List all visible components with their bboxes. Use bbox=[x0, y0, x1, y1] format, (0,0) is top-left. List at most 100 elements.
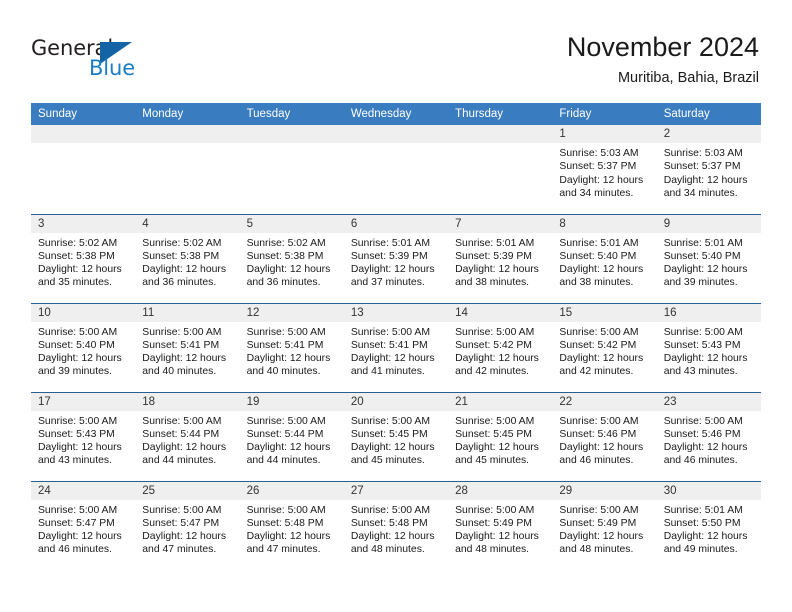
calendar-day-cell[interactable]: 23 Sunrise: 5:00 AM Sunset: 5:46 PM Dayligh… bbox=[656, 391, 761, 481]
calendar-day-cell[interactable]: 13 Sunrise: 5:00 AM Sunset: 5:41 PM Dayligh… bbox=[343, 302, 449, 392]
calendar-day-cell[interactable]: 14 Sunrise: 5:00 AM Sunset: 5:42 PM Dayligh… bbox=[448, 302, 553, 392]
sunset-text: Sunset: 5:40 PM bbox=[663, 250, 741, 262]
calendar-day-cell[interactable]: 19 Sunrise: 5:00 AM Sunset: 5:44 PM Dayligh… bbox=[239, 391, 344, 481]
sunset-text: Sunset: 5:42 PM bbox=[559, 339, 637, 351]
sunrise-text: Sunrise: 5:02 AM bbox=[142, 237, 222, 249]
sunset-text: Sunset: 5:37 PM bbox=[559, 161, 637, 173]
calendar-day-cell[interactable]: 7 Sunrise: 5:01 AM Sunset: 5:39 PM Daylight… bbox=[448, 213, 553, 303]
calendar-day-cell[interactable]: 26 Sunrise: 5:00 AM Sunset: 5:48 PM Dayligh… bbox=[239, 480, 344, 570]
calendar-day-cell[interactable]: 3 Sunrise: 5:02 AM Sunset: 5:38 PM Daylight… bbox=[31, 213, 136, 303]
sunset-text: Sunset: 5:38 PM bbox=[142, 250, 220, 262]
calendar-day-cell[interactable]: 11 Sunrise: 5:00 AM Sunset: 5:41 PM Dayligh… bbox=[135, 302, 240, 392]
sunrise-text: Sunrise: 5:01 AM bbox=[350, 237, 430, 249]
daylight-text-line1: Daylight: 12 hours bbox=[559, 264, 644, 276]
daylight-text-line1: Daylight: 12 hours bbox=[246, 531, 331, 543]
daylight-text-line1: Daylight: 12 hours bbox=[350, 442, 435, 454]
calendar-day-cell[interactable]: 18 Sunrise: 5:00 AM Sunset: 5:44 PM Dayligh… bbox=[135, 391, 240, 481]
day-info: Sunrise: 5:01 AM Sunset: 5:39 PM Daylight:… bbox=[344, 233, 448, 290]
daylight-text-line1: Daylight: 12 hours bbox=[142, 264, 227, 276]
daylight-text-line1: Daylight: 12 hours bbox=[663, 264, 748, 276]
calendar-day-cell[interactable]: 6 Sunrise: 5:01 AM Sunset: 5:39 PM Daylight… bbox=[343, 213, 449, 303]
calendar-day-cell[interactable]: 4 Sunrise: 5:02 AM Sunset: 5:38 PM Daylight… bbox=[135, 213, 240, 303]
daylight-text-line1: Daylight: 12 hours bbox=[455, 353, 539, 365]
sunset-text: Sunset: 5:41 PM bbox=[142, 339, 220, 351]
calendar-day-cell[interactable]: 20 Sunrise: 5:00 AM Sunset: 5:45 PM Dayligh… bbox=[343, 391, 449, 481]
calendar-day-cell[interactable]: 2 Sunrise: 5:03 AM Sunset: 5:37 PM Daylight… bbox=[656, 125, 761, 214]
sunset-text: Sunset: 5:49 PM bbox=[455, 517, 532, 529]
calendar-day-cell[interactable]: 16 Sunrise: 5:00 AM Sunset: 5:43 PM Dayligh… bbox=[656, 302, 761, 392]
title-block: November 2024 Muritiba, Bahia, Brazil bbox=[567, 31, 759, 88]
day-number: 6 bbox=[343, 214, 449, 233]
calendar-day-cell[interactable]: 30 Sunrise: 5:01 AM Sunset: 5:50 PM Dayligh… bbox=[656, 480, 761, 570]
sunset-text: Sunset: 5:46 PM bbox=[559, 428, 637, 440]
calendar-week-row: 1 Sunrise: 5:03 AM Sunset: 5:37 PM Daylight… bbox=[31, 125, 761, 214]
day-number: 2 bbox=[656, 125, 761, 143]
weekday-header-wednesday: Wednesday bbox=[343, 103, 449, 125]
daylight-text-line1: Daylight: 12 hours bbox=[246, 442, 331, 454]
calendar-week-row: 24 Sunrise: 5:00 AM Sunset: 5:47 PM Dayligh… bbox=[31, 480, 761, 570]
calendar-day-cell[interactable]: 17 Sunrise: 5:00 AM Sunset: 5:43 PM Dayligh… bbox=[31, 391, 136, 481]
sunrise-text: Sunrise: 5:00 AM bbox=[559, 504, 639, 516]
calendar-day-cell[interactable]: 22 Sunrise: 5:00 AM Sunset: 5:46 PM Dayligh… bbox=[552, 391, 657, 481]
daylight-text-line1: Daylight: 12 hours bbox=[246, 264, 331, 276]
calendar-day-cell[interactable]: 21 Sunrise: 5:00 AM Sunset: 5:45 PM Dayligh… bbox=[448, 391, 553, 481]
calendar-day-cell[interactable]: 25 Sunrise: 5:00 AM Sunset: 5:47 PM Dayligh… bbox=[135, 480, 240, 570]
day-info: Sunrise: 5:00 AM Sunset: 5:46 PM Daylight:… bbox=[552, 411, 656, 468]
weekday-header-tuesday: Tuesday bbox=[239, 103, 344, 125]
calendar-day-cell-empty bbox=[343, 125, 449, 214]
calendar-day-cell[interactable]: 12 Sunrise: 5:00 AM Sunset: 5:41 PM Dayligh… bbox=[239, 302, 344, 392]
generalblue-logo[interactable]: General Blue bbox=[31, 36, 151, 82]
sunrise-text: Sunrise: 5:00 AM bbox=[455, 326, 535, 338]
day-info: Sunrise: 5:00 AM Sunset: 5:45 PM Daylight:… bbox=[448, 411, 552, 468]
daylight-text-line1: Daylight: 12 hours bbox=[559, 442, 644, 454]
calendar-day-cell[interactable]: 28 Sunrise: 5:00 AM Sunset: 5:49 PM Dayligh… bbox=[448, 480, 553, 570]
sunrise-text: Sunrise: 5:00 AM bbox=[38, 326, 118, 338]
day-info: Sunrise: 5:00 AM Sunset: 5:41 PM Daylight:… bbox=[240, 322, 344, 379]
sunset-text: Sunset: 5:40 PM bbox=[559, 250, 637, 262]
weekday-header-monday: Monday bbox=[135, 103, 240, 125]
calendar-week-row: 17 Sunrise: 5:00 AM Sunset: 5:43 PM Dayligh… bbox=[31, 391, 761, 481]
sunrise-text: Sunrise: 5:01 AM bbox=[455, 237, 535, 249]
daylight-text-line1: Daylight: 12 hours bbox=[246, 353, 331, 365]
calendar-day-cell[interactable]: 8 Sunrise: 5:01 AM Sunset: 5:40 PM Daylight… bbox=[552, 213, 657, 303]
day-info: Sunrise: 5:00 AM Sunset: 5:49 PM Daylight:… bbox=[448, 500, 552, 557]
daylight-text-line2: and 37 minutes. bbox=[350, 277, 425, 289]
calendar-day-cell[interactable]: 5 Sunrise: 5:02 AM Sunset: 5:38 PM Daylight… bbox=[239, 213, 344, 303]
calendar-day-cell[interactable]: 15 Sunrise: 5:00 AM Sunset: 5:42 PM Dayligh… bbox=[552, 302, 657, 392]
daylight-text-line1: Daylight: 12 hours bbox=[38, 531, 122, 543]
day-number: 28 bbox=[448, 481, 553, 500]
sunrise-text: Sunrise: 5:00 AM bbox=[350, 504, 430, 516]
daylight-text-line2: and 39 minutes. bbox=[663, 277, 738, 289]
calendar-week-row: 3 Sunrise: 5:02 AM Sunset: 5:38 PM Daylight… bbox=[31, 213, 761, 303]
daylight-text-line2: and 48 minutes. bbox=[559, 544, 634, 556]
day-info: Sunrise: 5:00 AM Sunset: 5:43 PM Daylight:… bbox=[31, 411, 135, 468]
sunrise-text: Sunrise: 5:00 AM bbox=[663, 415, 743, 427]
calendar-page: General Blue November 2024 Muritiba, Bah… bbox=[0, 0, 792, 612]
calendar-day-cell[interactable]: 24 Sunrise: 5:00 AM Sunset: 5:47 PM Dayligh… bbox=[31, 480, 136, 570]
day-number-placeholder bbox=[31, 125, 136, 143]
daylight-text-line2: and 47 minutes. bbox=[142, 544, 217, 556]
sunrise-text: Sunrise: 5:00 AM bbox=[559, 415, 639, 427]
day-number: 23 bbox=[656, 392, 761, 411]
sunset-text: Sunset: 5:38 PM bbox=[38, 250, 115, 262]
daylight-text-line2: and 38 minutes. bbox=[559, 277, 634, 289]
calendar-day-cell[interactable]: 29 Sunrise: 5:00 AM Sunset: 5:49 PM Dayligh… bbox=[552, 480, 657, 570]
daylight-text-line2: and 44 minutes. bbox=[142, 455, 217, 467]
sunrise-text: Sunrise: 5:03 AM bbox=[663, 148, 743, 159]
day-number: 29 bbox=[552, 481, 657, 500]
calendar-day-cell[interactable]: 1 Sunrise: 5:03 AM Sunset: 5:37 PM Daylight… bbox=[552, 125, 657, 214]
calendar-day-cell[interactable]: 9 Sunrise: 5:01 AM Sunset: 5:40 PM Daylight… bbox=[656, 213, 761, 303]
day-info: Sunrise: 5:00 AM Sunset: 5:44 PM Daylight:… bbox=[135, 411, 239, 468]
daylight-text-line2: and 42 minutes. bbox=[455, 366, 530, 378]
calendar-day-cell[interactable]: 27 Sunrise: 5:00 AM Sunset: 5:48 PM Dayligh… bbox=[343, 480, 449, 570]
day-number: 16 bbox=[656, 303, 761, 322]
calendar-day-cell[interactable]: 10 Sunrise: 5:00 AM Sunset: 5:40 PM Dayligh… bbox=[31, 302, 136, 392]
daylight-text-line1: Daylight: 12 hours bbox=[38, 353, 122, 365]
daylight-text-line1: Daylight: 12 hours bbox=[38, 264, 122, 276]
day-info: Sunrise: 5:01 AM Sunset: 5:40 PM Daylight:… bbox=[657, 233, 761, 290]
daylight-text-line2: and 46 minutes. bbox=[663, 455, 738, 467]
sunset-text: Sunset: 5:41 PM bbox=[350, 339, 428, 351]
daylight-text-line1: Daylight: 12 hours bbox=[663, 531, 748, 543]
daylight-text-line2: and 42 minutes. bbox=[559, 366, 634, 378]
daylight-text-line1: Daylight: 12 hours bbox=[559, 531, 644, 543]
